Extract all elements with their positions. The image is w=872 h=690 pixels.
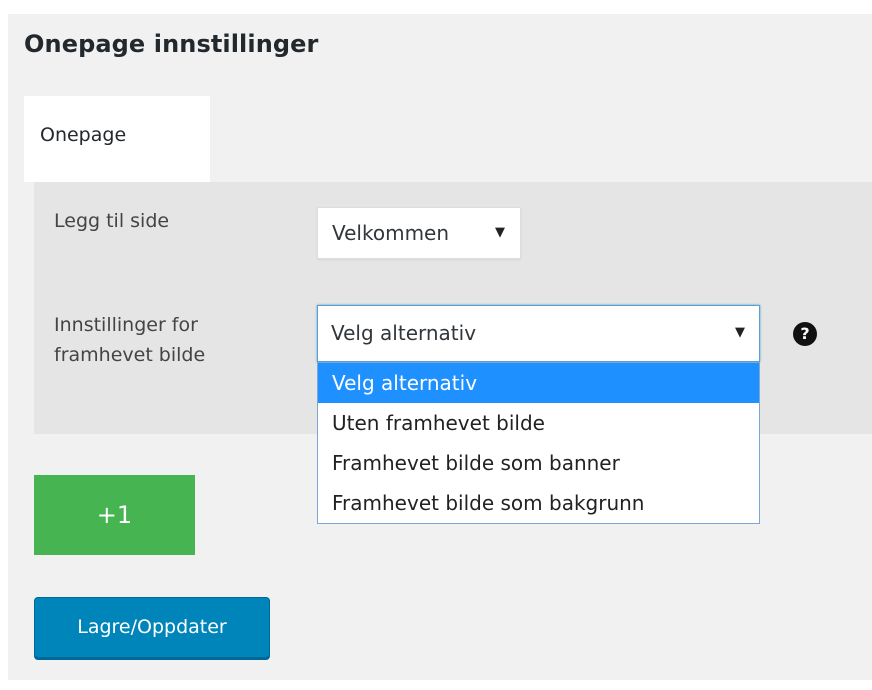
question-circle-icon[interactable]: ? bbox=[793, 322, 817, 346]
featured-image-select[interactable]: Velg alternativ ▼ bbox=[317, 305, 760, 362]
chevron-down-icon: ▼ bbox=[495, 225, 505, 240]
dropdown-option[interactable]: Framhevet bilde som bakgrunn bbox=[318, 483, 759, 523]
save-button[interactable]: Lagre/Oppdater bbox=[34, 597, 270, 658]
add-page-select[interactable]: Velkommen ▼ bbox=[317, 207, 521, 259]
add-page-label: Legg til side bbox=[54, 210, 170, 232]
tab-onepage-label: Onepage bbox=[40, 124, 127, 146]
dropdown-option[interactable]: Velg alternativ bbox=[318, 363, 759, 403]
featured-image-label: Innstillinger for framhevet bilde bbox=[54, 314, 206, 366]
dropdown-option[interactable]: Framhevet bilde som banner bbox=[318, 443, 759, 483]
add-page-select-value: Velkommen bbox=[332, 221, 450, 245]
page-title: Onepage innstillinger bbox=[24, 30, 319, 58]
featured-image-dropdown: Velg alternativ Uten framhevet bilde Fra… bbox=[317, 362, 760, 524]
add-section-button[interactable]: +1 bbox=[34, 475, 195, 555]
dropdown-option[interactable]: Uten framhevet bilde bbox=[318, 403, 759, 443]
featured-image-select-value: Velg alternativ bbox=[331, 321, 477, 345]
chevron-down-icon: ▼ bbox=[735, 325, 745, 340]
